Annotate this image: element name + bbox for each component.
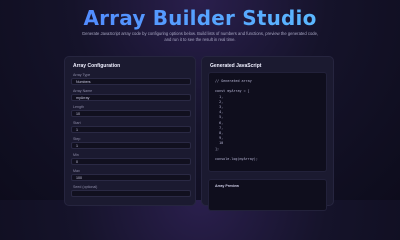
start-input[interactable]: 1 [71,126,191,133]
array-type-select[interactable]: Numbers [71,78,191,85]
length-input[interactable]: 10 [71,110,191,117]
max-input[interactable]: 100 [71,174,191,181]
code-line: console.log(myArray); [215,157,258,162]
code-panel-title: Generated JavaScript [210,63,262,69]
config-panel-title: Array Configuration [73,63,121,69]
array-config-panel: Array Configuration Array Type Numbers A… [64,56,196,206]
page-title: Array Builder Studio [0,6,400,30]
field-seed: Seed (optional) [71,185,191,197]
code-block[interactable]: // Generated array const myArray = [ 1, … [208,72,327,172]
array-name-input[interactable]: myArray [71,94,191,101]
field-min: Min 0 [71,153,191,165]
array-preview-label: Array Preview [215,184,239,188]
min-input[interactable]: 0 [71,158,191,165]
field-array-name: Array Name myArray [71,89,191,101]
field-length: Length 10 [71,105,191,117]
page-subtitle: Generate JavaScript array code by config… [81,31,319,42]
field-step: Step 1 [71,137,191,149]
generated-code-panel: Generated JavaScript // Generated array … [201,56,334,211]
field-max: Max 100 [71,169,191,181]
array-preview-box: Array Preview [208,179,327,211]
seed-input[interactable] [71,190,191,197]
step-input[interactable]: 1 [71,142,191,149]
field-start: Start 1 [71,121,191,133]
field-array-type: Array Type Numbers [71,73,191,85]
